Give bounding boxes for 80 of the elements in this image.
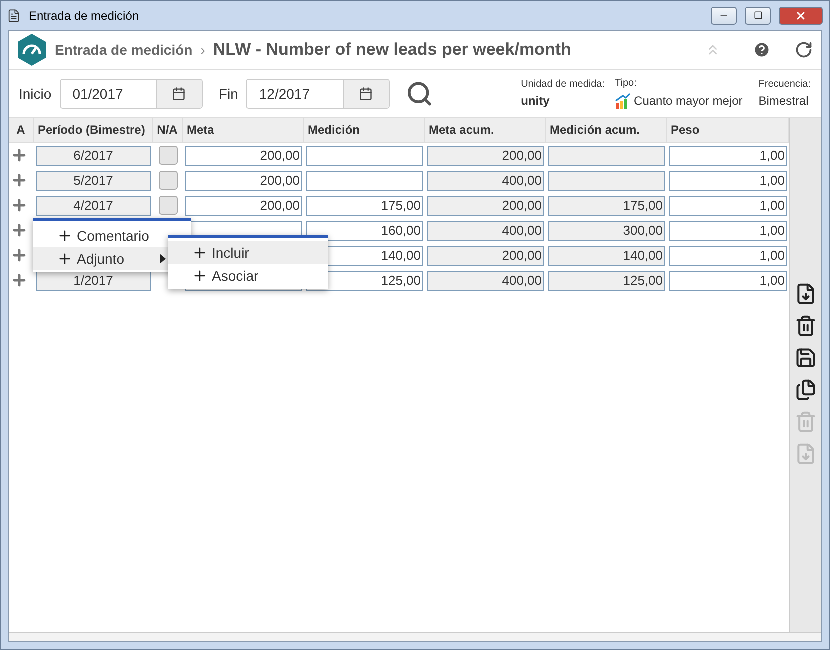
na-checkbox[interactable] xyxy=(158,146,178,165)
value-field[interactable]: 200,00 xyxy=(427,146,544,166)
calendar-button[interactable] xyxy=(156,80,202,108)
info-value: unity xyxy=(521,94,551,108)
document-icon xyxy=(7,8,21,22)
column-header: Meta xyxy=(183,118,304,143)
info-label: Frecuencia: xyxy=(758,79,811,90)
calendar-icon xyxy=(359,86,374,100)
info-label: Unidad de medida: xyxy=(521,79,606,90)
value-field[interactable]: 140,00 xyxy=(548,246,665,266)
value-field[interactable] xyxy=(548,146,665,166)
value-field[interactable]: 1,00 xyxy=(669,196,787,216)
breadcrumb-separator: › xyxy=(200,42,206,58)
column-header: Peso xyxy=(667,118,789,143)
plus-icon[interactable] xyxy=(11,272,28,289)
info-label: Tipo: xyxy=(615,78,638,89)
date-label: Fin xyxy=(218,86,238,102)
plus-icon[interactable] xyxy=(11,197,28,214)
value-field[interactable]: 160,00 xyxy=(306,220,423,240)
value-field[interactable]: 400,00 xyxy=(427,170,544,190)
value-field[interactable] xyxy=(306,146,423,166)
value-field[interactable]: 200,00 xyxy=(427,196,544,216)
gauge-logo-icon xyxy=(17,34,47,66)
maximize-icon xyxy=(754,11,762,20)
rising-chart-icon xyxy=(615,93,632,109)
plus-icon[interactable] xyxy=(11,222,28,239)
period-field[interactable]: 6/2017 xyxy=(36,146,151,166)
value-field[interactable]: 175,00 xyxy=(548,196,665,216)
period-field[interactable]: 4/2017 xyxy=(36,196,151,216)
value-field[interactable] xyxy=(306,170,423,190)
value-field[interactable]: 1,00 xyxy=(669,146,787,166)
minimize-button[interactable] xyxy=(711,6,737,24)
calendar-icon xyxy=(172,86,186,100)
value-field[interactable] xyxy=(548,170,665,190)
column-header: A xyxy=(9,118,34,143)
period-field[interactable]: 1/2017 xyxy=(36,270,151,290)
window-title: Entrada de medición xyxy=(29,8,140,22)
value-field[interactable]: 125,00 xyxy=(548,270,665,290)
help-icon[interactable] xyxy=(753,41,771,59)
value-field[interactable]: 1,00 xyxy=(669,270,787,290)
menu-item[interactable]: Incluir xyxy=(168,241,328,264)
value-field[interactable]: 300,00 xyxy=(548,220,665,240)
date-label: Inicio xyxy=(19,86,52,102)
plus-icon[interactable] xyxy=(11,147,28,164)
column-header: Meta acum. xyxy=(425,118,546,143)
refresh-icon[interactable] xyxy=(795,41,813,59)
plus-icon[interactable] xyxy=(11,172,28,189)
value-field[interactable]: 175,00 xyxy=(306,196,423,216)
close-button[interactable] xyxy=(779,6,823,24)
date-field[interactable]: 01/2017 xyxy=(60,78,203,108)
na-checkbox[interactable] xyxy=(158,171,178,190)
documents-icon[interactable] xyxy=(794,379,816,401)
value-field[interactable]: 200,00 xyxy=(185,146,302,166)
value-field[interactable]: 200,00 xyxy=(185,170,302,190)
na-checkbox[interactable] xyxy=(158,196,178,215)
info-value: Bimestral xyxy=(758,94,810,108)
plus-icon[interactable] xyxy=(11,247,28,264)
calendar-button[interactable] xyxy=(342,80,389,108)
date-field[interactable]: 12/2017 xyxy=(246,78,390,108)
period-field[interactable]: 5/2017 xyxy=(36,170,151,190)
column-header: Medición acum. xyxy=(546,118,667,143)
maximize-button[interactable] xyxy=(745,6,771,24)
close-icon xyxy=(795,10,807,22)
value-field[interactable]: 200,00 xyxy=(185,196,302,216)
page-title: NLW - Number of new leads per week/month xyxy=(213,40,572,60)
value-field[interactable]: 1,00 xyxy=(669,220,787,240)
floppy-disk-icon[interactable] xyxy=(794,347,816,369)
column-header: Medición xyxy=(304,118,425,143)
file-arrow-icon[interactable] xyxy=(794,283,816,305)
trash-icon[interactable] xyxy=(794,315,816,337)
search-icon[interactable] xyxy=(406,80,434,108)
column-header: Período (Bimestre) xyxy=(34,118,153,143)
column-header: N/A xyxy=(153,118,183,143)
info-value: Cuanto mayor mejor xyxy=(634,94,743,108)
value-field[interactable]: 1,00 xyxy=(669,170,787,190)
breadcrumb-link[interactable]: Entrada de medición xyxy=(55,42,193,58)
value-field[interactable]: 400,00 xyxy=(427,220,544,240)
value-field[interactable]: 1,00 xyxy=(669,246,787,266)
value-field[interactable]: 200,00 xyxy=(427,246,544,266)
value-field[interactable]: 400,00 xyxy=(427,270,544,290)
